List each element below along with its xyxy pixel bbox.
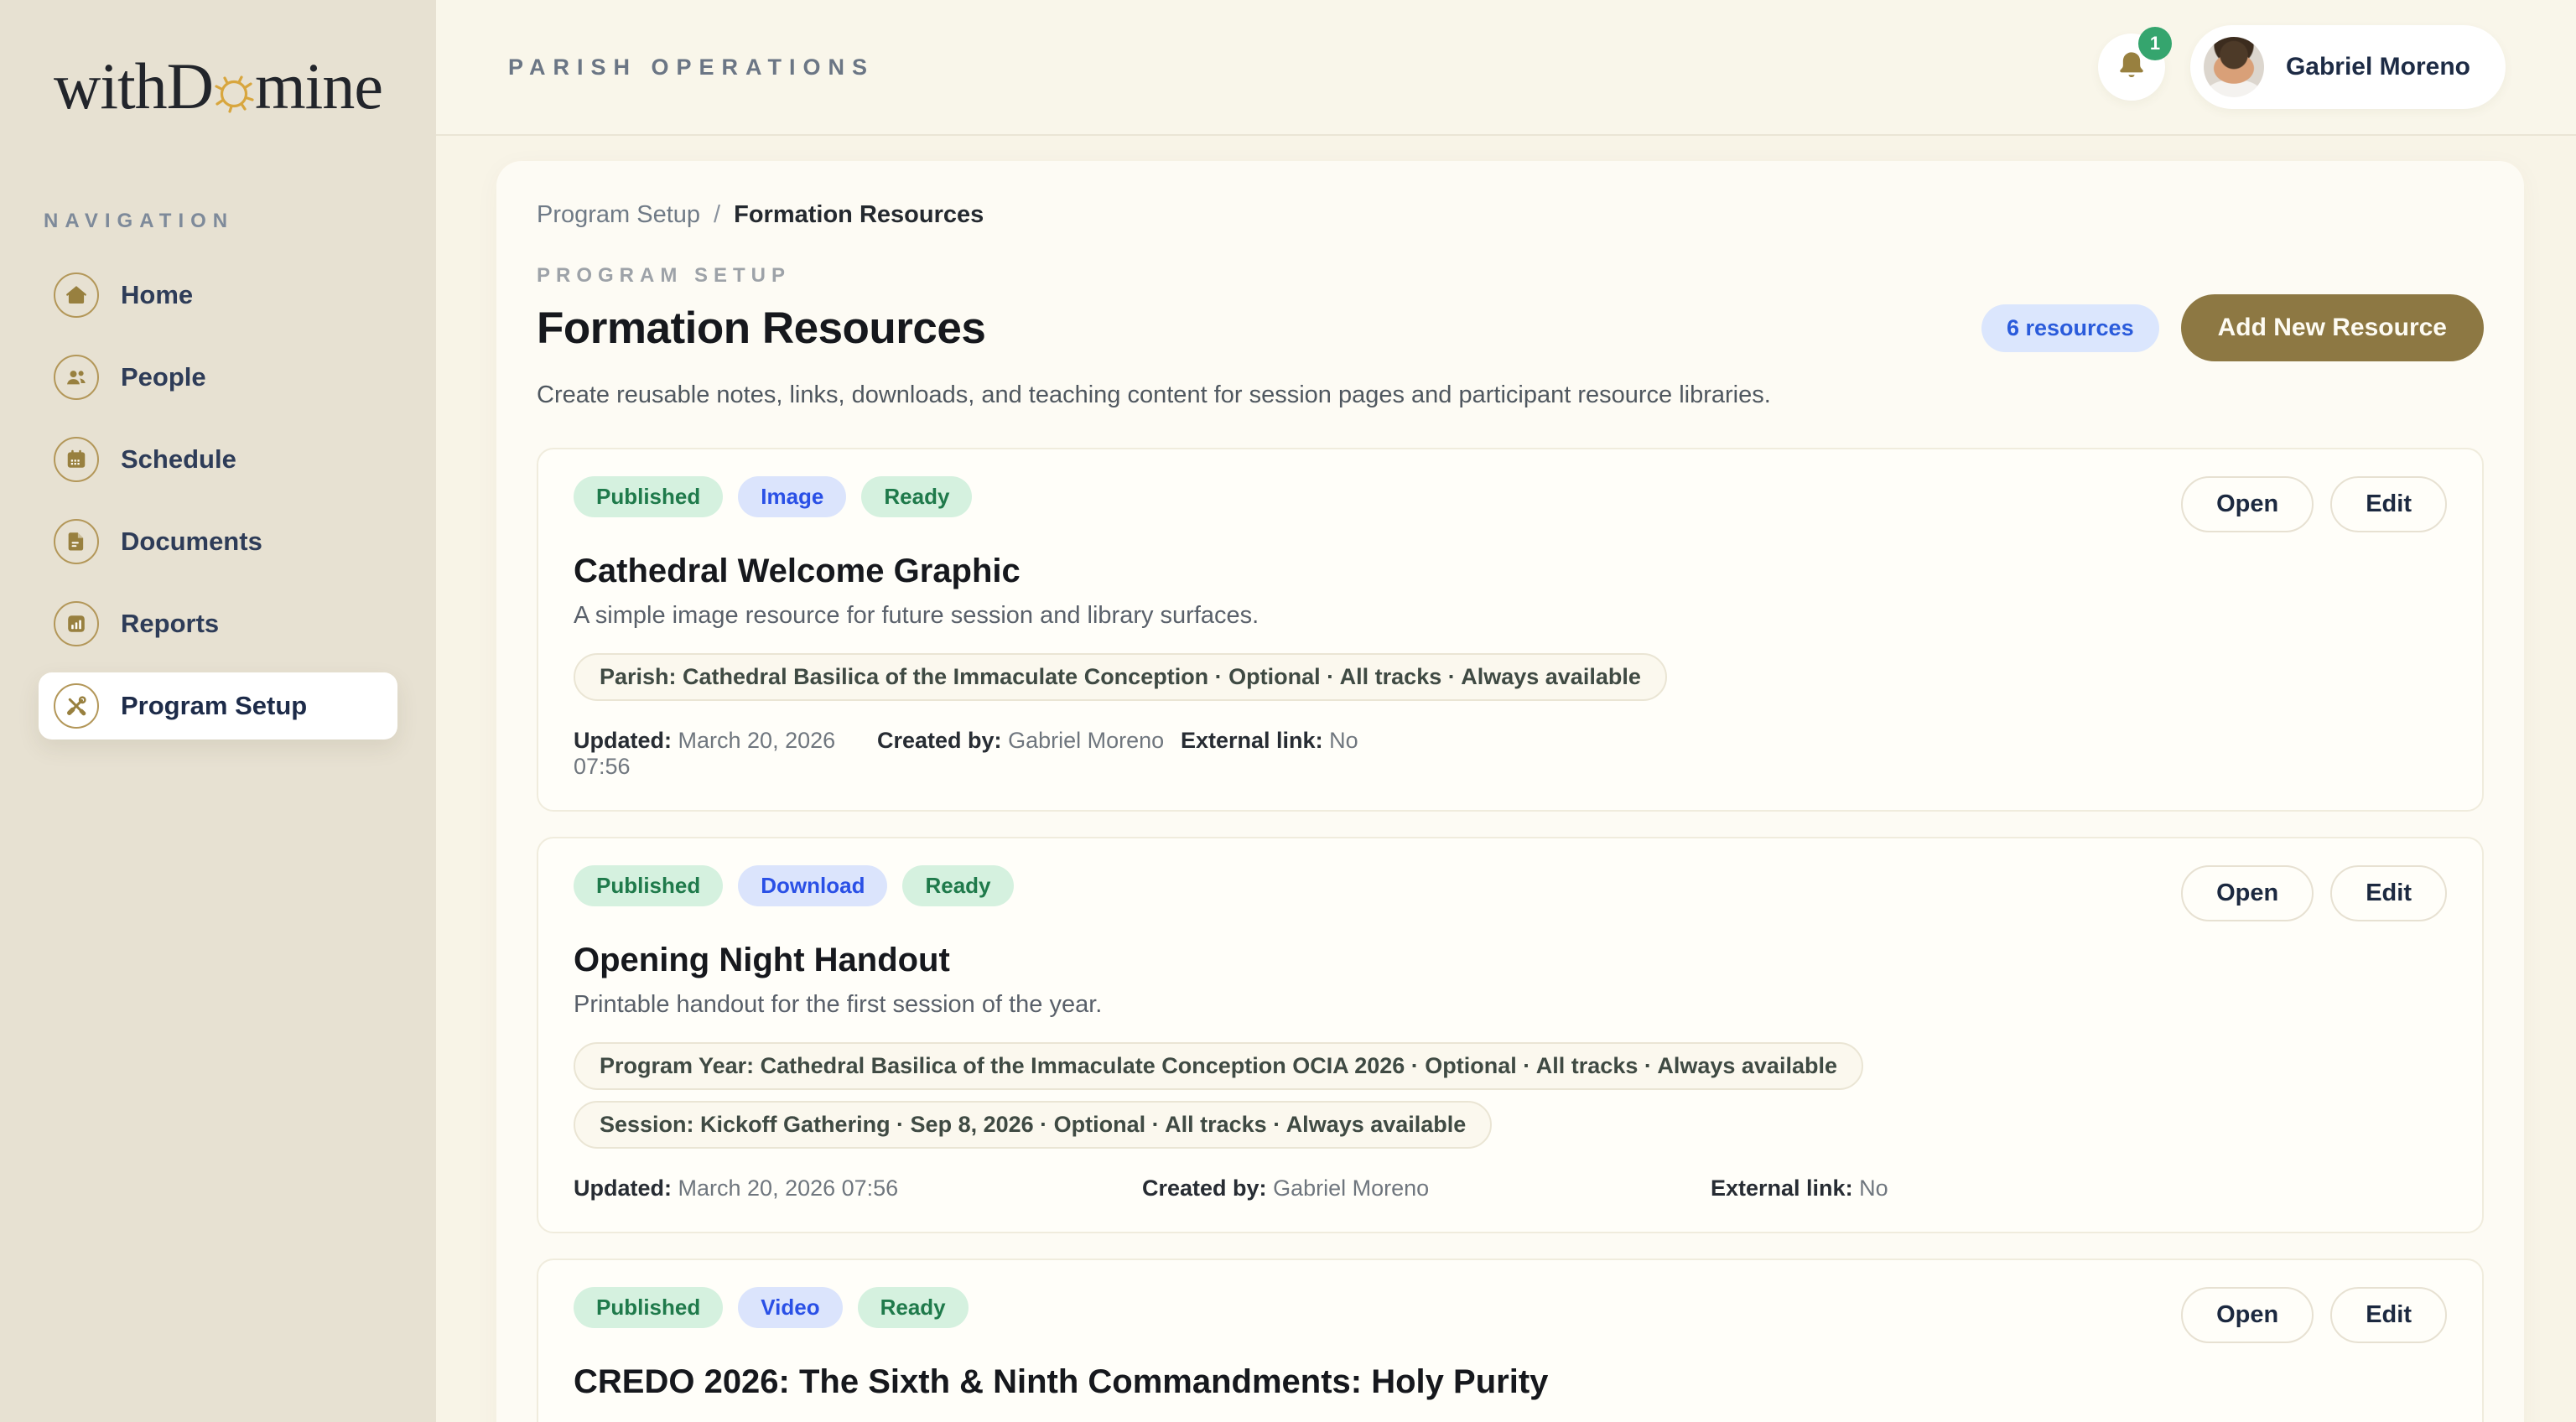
- resource-title: Cathedral Welcome Graphic: [574, 553, 2447, 590]
- resource-description: A simple image resource for future sessi…: [574, 602, 2447, 630]
- breadcrumb-current: Formation Resources: [734, 201, 984, 229]
- status-badge: Video: [738, 1287, 842, 1328]
- edit-button[interactable]: Edit: [2330, 865, 2447, 921]
- resource-title: Opening Night Handout: [574, 942, 2447, 979]
- brand-logo-right: mine: [255, 49, 382, 124]
- brand-logo-left: withD: [54, 49, 213, 124]
- sidebar-item-documents[interactable]: Documents: [39, 508, 397, 575]
- status-badge: Image: [738, 476, 846, 517]
- resource-title: CREDO 2026: The Sixth & Ninth Commandmen…: [574, 1363, 2447, 1401]
- breadcrumb-parent[interactable]: Program Setup: [537, 201, 700, 229]
- availability-tag: Parish: Cathedral Basilica of the Immacu…: [574, 653, 1667, 701]
- page-panel: Program Setup / Formation Resources PROG…: [496, 161, 2524, 1422]
- home-icon: [54, 272, 99, 318]
- user-name: Gabriel Moreno: [2286, 53, 2470, 81]
- meta-row: Updated: March 20, 2026 07:56 Created by…: [574, 1175, 2447, 1201]
- meta-updated: Updated: March 20, 2026 07:56: [574, 1175, 1142, 1201]
- content-area: Program Setup / Formation Resources PROG…: [436, 136, 2576, 1422]
- notifications-button[interactable]: 1: [2098, 34, 2165, 101]
- card-actions: Open Edit: [2181, 865, 2447, 921]
- availability-tag: Program Year: Cathedral Basilica of the …: [574, 1042, 1863, 1090]
- chart-icon: [54, 601, 99, 646]
- card-actions: Open Edit: [2181, 476, 2447, 532]
- nav-list: Home People Schedule Documents Reports P…: [39, 262, 397, 740]
- resource-count-badge: 6 resources: [1981, 304, 2159, 352]
- notification-count-badge: 1: [2138, 27, 2172, 60]
- top-bar: PARISH OPERATIONS 1 Gabriel Moreno: [436, 0, 2576, 136]
- nav-section-label: NAVIGATION: [44, 210, 397, 233]
- page-eyebrow: PROGRAM SETUP: [537, 264, 2484, 288]
- resource-list: Published Image Ready Open Edit Cathedral …: [537, 448, 2484, 1422]
- edit-button[interactable]: Edit: [2330, 1287, 2447, 1343]
- resource-description: Printable handout for the first session …: [574, 991, 2447, 1019]
- sidebar-item-schedule[interactable]: Schedule: [39, 426, 397, 493]
- sidebar-item-people[interactable]: People: [39, 344, 397, 411]
- title-actions: 6 resources Add New Resource: [1981, 294, 2484, 361]
- open-button[interactable]: Open: [2181, 1287, 2314, 1343]
- sidebar-item-home[interactable]: Home: [39, 262, 397, 329]
- edit-button[interactable]: Edit: [2330, 476, 2447, 532]
- sidebar-item-program-setup[interactable]: Program Setup: [39, 672, 397, 740]
- meta-link: External link: No: [1181, 728, 2447, 780]
- crown-of-thorns-icon: [214, 54, 254, 94]
- main-column: PARISH OPERATIONS 1 Gabriel Moreno Progr…: [436, 0, 2576, 1422]
- availability-tag: Session: Kickoff Gathering · Sep 8, 2026…: [574, 1101, 1492, 1149]
- card-actions: Open Edit: [2181, 1287, 2447, 1343]
- status-badge: Published: [574, 865, 723, 906]
- calendar-icon: [54, 437, 99, 482]
- badge-row: Published Image Ready: [574, 476, 972, 517]
- resource-card: Published Image Ready Open Edit Cathedral …: [537, 448, 2484, 812]
- status-badge: Published: [574, 476, 723, 517]
- sidebar-item-reports[interactable]: Reports: [39, 590, 397, 657]
- status-badge: Download: [738, 865, 887, 906]
- page-title: Formation Resources: [537, 303, 985, 354]
- open-button[interactable]: Open: [2181, 476, 2314, 532]
- tag-list: Parish: Cathedral Basilica of the Immacu…: [574, 653, 2447, 701]
- user-menu[interactable]: Gabriel Moreno: [2190, 25, 2506, 109]
- brand-logo: withD mine: [39, 49, 397, 124]
- tag-list: Program Year: Cathedral Basilica of the …: [574, 1042, 2447, 1149]
- document-icon: [54, 519, 99, 564]
- page-description: Create reusable notes, links, downloads,…: [537, 381, 2484, 409]
- meta-updated: Updated: March 20, 2026 07:56: [574, 728, 877, 780]
- status-badge: Ready: [861, 476, 972, 517]
- status-badge: Ready: [902, 865, 1013, 906]
- breadcrumb-separator: /: [714, 201, 720, 229]
- badge-row: Published Video Ready: [574, 1287, 969, 1328]
- resource-card: Published Video Ready Open Edit CREDO 2026…: [537, 1259, 2484, 1422]
- meta-created: Created by: Gabriel Moreno: [1142, 1175, 1711, 1201]
- add-new-resource-button[interactable]: Add New Resource: [2181, 294, 2484, 361]
- breadcrumb: Program Setup / Formation Resources: [537, 201, 2484, 229]
- badge-row: Published Download Ready: [574, 865, 1014, 906]
- tools-icon: [54, 683, 99, 729]
- people-icon: [54, 355, 99, 400]
- sidebar: withD mine NAVIGATION Home People Schedu…: [0, 0, 436, 1422]
- meta-created: Created by: Gabriel Moreno: [877, 728, 1181, 780]
- status-badge: Published: [574, 1287, 723, 1328]
- workspace-title: PARISH OPERATIONS: [508, 54, 875, 80]
- open-button[interactable]: Open: [2181, 865, 2314, 921]
- resource-card: Published Download Ready Open Edit Opening…: [537, 837, 2484, 1233]
- avatar: [2204, 37, 2264, 97]
- meta-link: External link: No: [1711, 1175, 2447, 1201]
- status-badge: Ready: [858, 1287, 969, 1328]
- meta-row: Updated: March 20, 2026 07:56 Created by…: [574, 728, 2447, 780]
